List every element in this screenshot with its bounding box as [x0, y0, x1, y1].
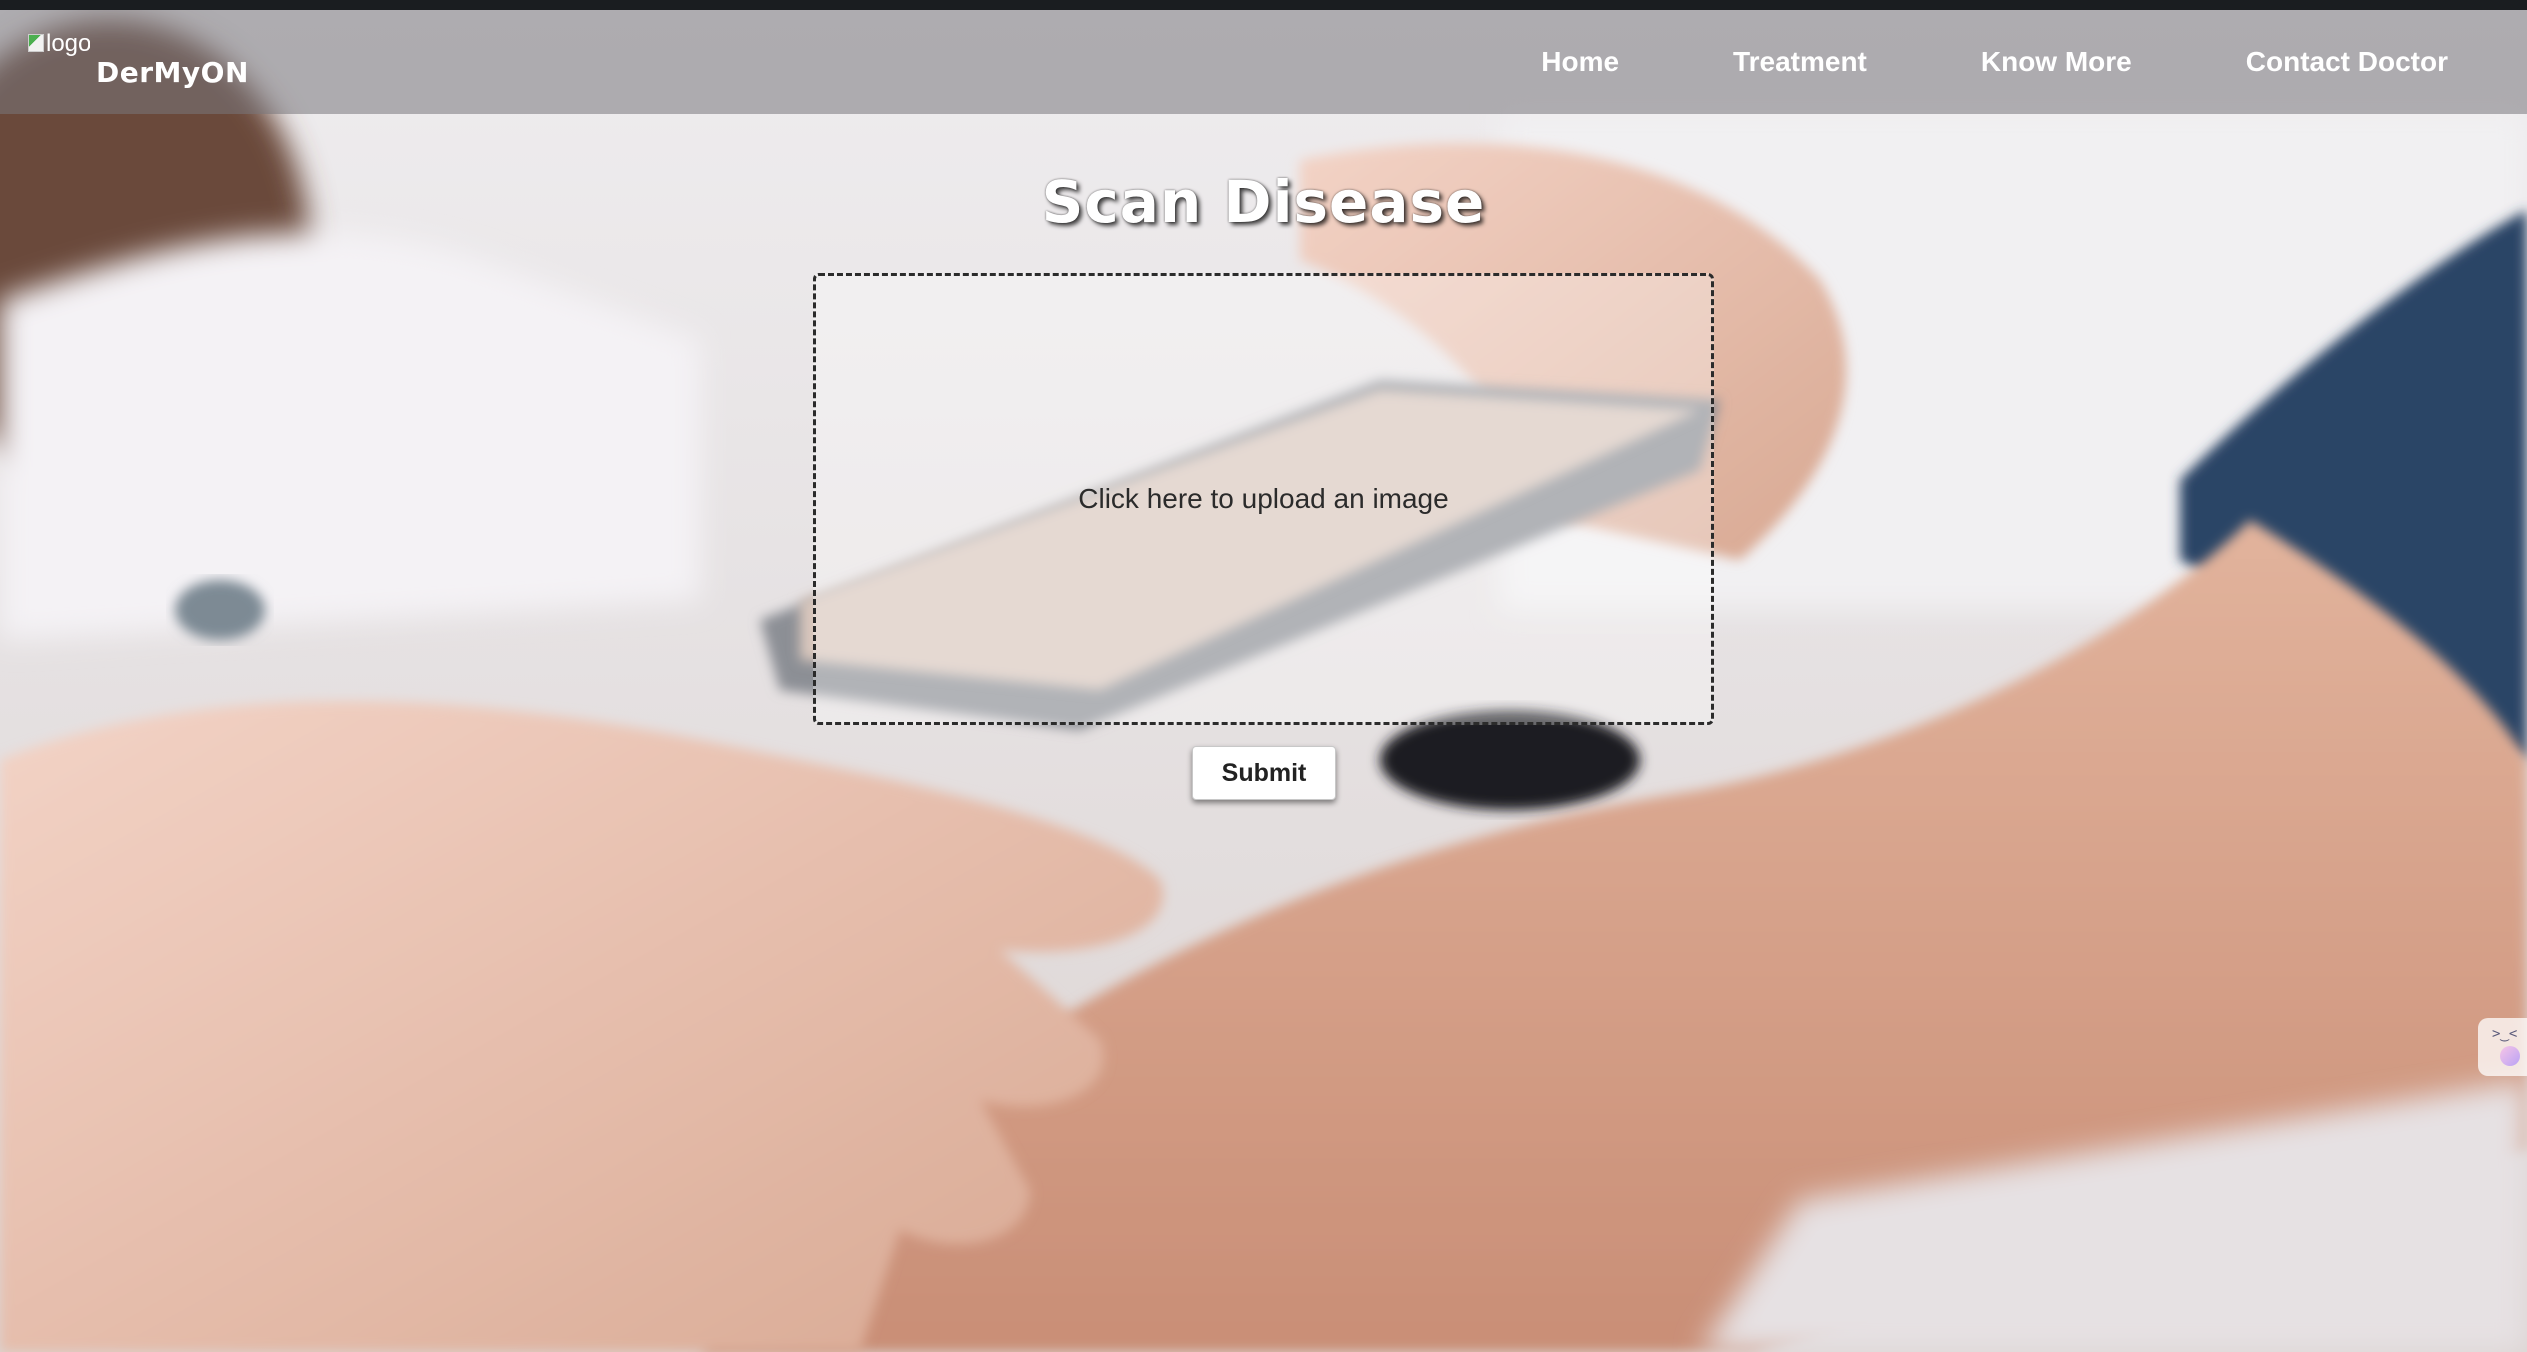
page-title: Scan Disease — [1041, 168, 1486, 236]
logo-alt-text: logo — [46, 30, 90, 57]
nav-home[interactable]: Home — [1541, 46, 1619, 78]
top-strip — [0, 0, 2527, 10]
navbar: logo DerMyON Home Treatment Know More Co… — [0, 10, 2527, 114]
brand-name: DerMyON — [96, 56, 249, 89]
logo-image: logo — [28, 30, 90, 58]
nav-treatment[interactable]: Treatment — [1733, 46, 1867, 78]
nav-links: Home Treatment Know More Contact Doctor — [1507, 10, 2527, 114]
logo[interactable]: logo DerMyON — [28, 20, 248, 100]
image-upload-dropzone[interactable]: Click here to upload an image — [813, 273, 1714, 725]
nav-contact-doctor[interactable]: Contact Doctor — [2246, 46, 2448, 78]
widget-badge-icon — [2500, 1046, 2520, 1066]
upload-instructions: Click here to upload an image — [1078, 483, 1449, 514]
widget-face-icon: >‿< — [2492, 1026, 2518, 1042]
nav-know-more[interactable]: Know More — [1981, 46, 2132, 78]
page: logo DerMyON Home Treatment Know More Co… — [0, 0, 2527, 1352]
broken-image-icon — [28, 34, 44, 52]
submit-button[interactable]: Submit — [1192, 746, 1336, 800]
chat-widget-tab[interactable]: >‿< — [2478, 1018, 2527, 1076]
